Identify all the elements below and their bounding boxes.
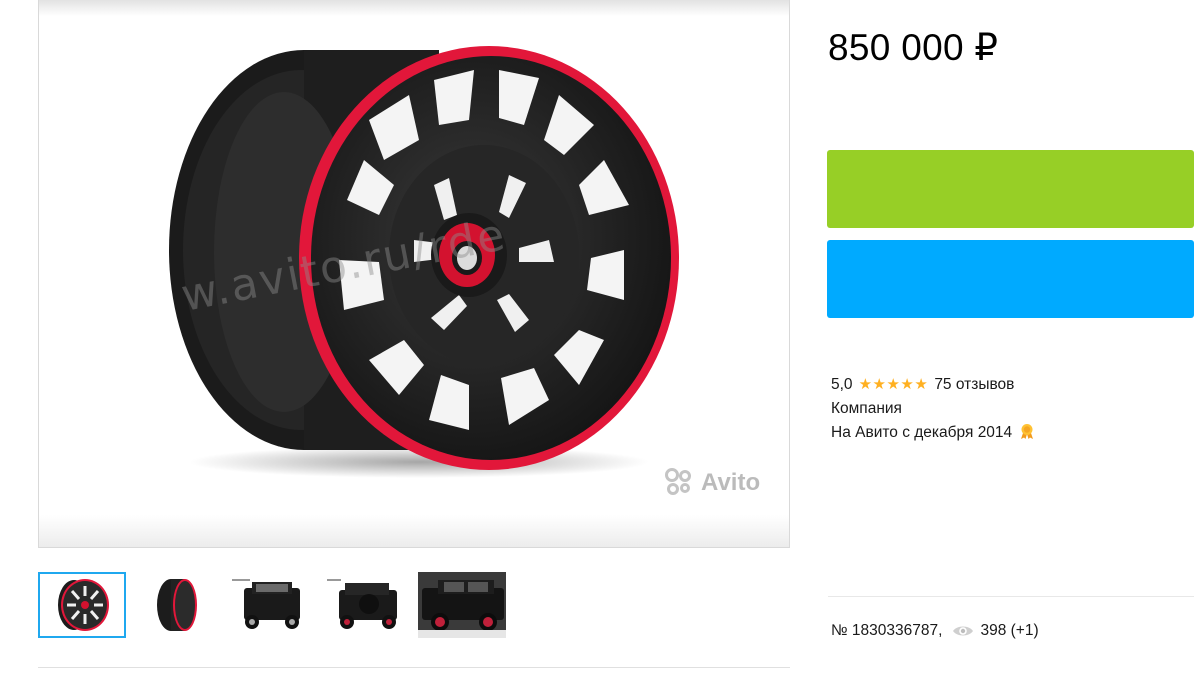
views-count: 398 (+1) bbox=[980, 622, 1039, 639]
price: 850 000 ₽ bbox=[828, 27, 999, 68]
thumbnail-suv-front[interactable] bbox=[228, 572, 316, 638]
write-message-button[interactable] bbox=[827, 240, 1194, 318]
seller-type: Компания bbox=[831, 400, 902, 417]
show-phone-button[interactable] bbox=[827, 150, 1194, 228]
medal-icon bbox=[1021, 424, 1034, 439]
thumb-wheel-front-image bbox=[58, 579, 109, 631]
thumbnail-wheel-side[interactable] bbox=[133, 572, 221, 638]
thumbnail-suv-side[interactable] bbox=[418, 572, 506, 638]
rating-value: 5,0 bbox=[831, 376, 853, 393]
thumbnail-suv-rear[interactable] bbox=[323, 572, 411, 638]
thumbnail-wheel-front[interactable] bbox=[38, 572, 126, 638]
seller-info: 5,0 ★★★★★ 75 отзывов Компания На Авито с… bbox=[831, 373, 1034, 445]
thumb-suv-side-image bbox=[418, 572, 506, 638]
thumb-suv-rear-image bbox=[327, 579, 397, 629]
image-bottom-shade bbox=[39, 515, 789, 547]
item-number: № 1830336787, bbox=[831, 622, 943, 639]
rating-stars-icon: ★★★★★ bbox=[858, 376, 929, 393]
avito-watermark-logo: Avito bbox=[665, 468, 760, 498]
avito-dots-icon bbox=[665, 468, 697, 498]
seller-rating[interactable]: 5,0 ★★★★★ 75 отзывов bbox=[831, 373, 1034, 397]
avito-watermark-text: Avito bbox=[701, 469, 761, 496]
eye-icon bbox=[952, 624, 974, 638]
meta-divider bbox=[828, 596, 1194, 597]
gallery-divider bbox=[38, 667, 790, 668]
seller-since-row: На Авито с декабря 2014 bbox=[831, 421, 1034, 445]
seller-since: На Авито с декабря 2014 bbox=[831, 424, 1013, 441]
reviews-count[interactable]: 75 отзывов bbox=[934, 373, 1014, 397]
thumb-suv-front-image bbox=[232, 579, 300, 629]
thumbnail-strip bbox=[38, 572, 506, 638]
gallery-main-image[interactable]: w.avito.ru/rde Avito bbox=[38, 0, 790, 548]
listing-meta: № 1830336787, 398 (+1) bbox=[831, 622, 1039, 640]
thumb-wheel-side-image bbox=[157, 579, 197, 631]
